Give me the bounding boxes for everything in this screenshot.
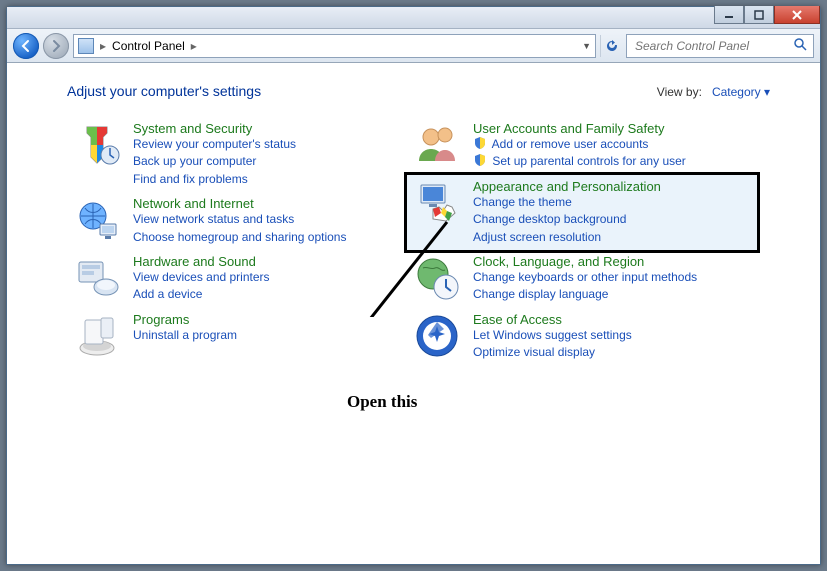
window: ▸ Control Panel ▸ ▼ Adjust your computer… (6, 6, 821, 565)
category-user-accounts[interactable]: User Accounts and Family Safety Add or r… (407, 117, 757, 175)
category-appearance[interactable]: Appearance and Personalization Change th… (407, 175, 757, 250)
column-left: System and Security Review your computer… (67, 117, 397, 366)
category-link[interactable]: Choose homegroup and sharing options (133, 229, 346, 246)
view-by: View by: Category ▾ (657, 85, 770, 99)
navbar: ▸ Control Panel ▸ ▼ (7, 29, 820, 63)
category-link[interactable]: Set up parental controls for any user (473, 153, 686, 170)
user-accounts-icon (413, 121, 461, 169)
page-title: Adjust your computer's settings (67, 83, 261, 99)
category-link[interactable]: Find and fix problems (133, 171, 296, 188)
categories-grid: System and Security Review your computer… (67, 117, 790, 366)
category-title[interactable]: Ease of Access (473, 312, 632, 327)
category-link[interactable]: Change display language (473, 286, 697, 303)
category-link[interactable]: Adjust screen resolution (473, 229, 661, 246)
search-icon[interactable] (794, 38, 807, 54)
breadcrumb-sep: ▸ (191, 39, 197, 53)
view-by-dropdown[interactable]: Category ▾ (712, 85, 770, 99)
control-panel-icon (78, 38, 94, 54)
category-clock-region[interactable]: Clock, Language, and Region Change keybo… (407, 250, 757, 308)
shield-icon (473, 153, 487, 167)
category-link[interactable]: Review your computer's status (133, 136, 296, 153)
category-link[interactable]: Add a device (133, 286, 270, 303)
minimize-button[interactable] (714, 6, 744, 24)
category-title[interactable]: Appearance and Personalization (473, 179, 661, 194)
clock-region-icon (413, 254, 461, 302)
category-system-security[interactable]: System and Security Review your computer… (67, 117, 397, 192)
search-input[interactable] (633, 38, 794, 54)
network-icon (73, 196, 121, 244)
maximize-button[interactable] (744, 6, 774, 24)
category-title[interactable]: Clock, Language, and Region (473, 254, 697, 269)
category-link[interactable]: Add or remove user accounts (473, 136, 686, 153)
shield-icon (473, 136, 487, 150)
category-link[interactable]: Optimize visual display (473, 344, 632, 361)
category-link[interactable]: Change desktop background (473, 211, 661, 228)
category-hardware-sound[interactable]: Hardware and Sound View devices and prin… (67, 250, 397, 308)
forward-button[interactable] (43, 33, 69, 59)
breadcrumb-sep: ▸ (100, 39, 106, 53)
appearance-icon (413, 179, 461, 227)
category-link[interactable]: View network status and tasks (133, 211, 346, 228)
category-link[interactable]: Let Windows suggest settings (473, 327, 632, 344)
window-controls (714, 6, 820, 24)
category-title[interactable]: Network and Internet (133, 196, 346, 211)
column-right: User Accounts and Family Safety Add or r… (407, 117, 757, 366)
view-by-label: View by: (657, 85, 702, 99)
annotation-text: Open this (347, 392, 417, 412)
search-box[interactable] (626, 34, 814, 58)
category-title[interactable]: User Accounts and Family Safety (473, 121, 686, 136)
address-bar[interactable]: ▸ Control Panel ▸ ▼ (73, 34, 596, 58)
category-ease-access[interactable]: Ease of Access Let Windows suggest setti… (407, 308, 757, 366)
titlebar[interactable] (7, 7, 820, 29)
back-button[interactable] (13, 33, 39, 59)
category-link[interactable]: Back up your computer (133, 153, 296, 170)
category-link[interactable]: View devices and printers (133, 269, 270, 286)
address-dropdown-icon[interactable]: ▼ (582, 41, 591, 51)
category-title[interactable]: Hardware and Sound (133, 254, 270, 269)
refresh-button[interactable] (600, 35, 622, 57)
programs-icon (73, 312, 121, 360)
category-link[interactable]: Uninstall a program (133, 327, 237, 344)
category-title[interactable]: System and Security (133, 121, 296, 136)
ease-access-icon (413, 312, 461, 360)
category-link[interactable]: Change keyboards or other input methods (473, 269, 697, 286)
hardware-icon (73, 254, 121, 302)
category-programs[interactable]: Programs Uninstall a program (67, 308, 397, 364)
close-button[interactable] (774, 6, 820, 24)
system-security-icon (73, 121, 121, 169)
content-area: Adjust your computer's settings View by:… (7, 63, 820, 564)
category-title[interactable]: Programs (133, 312, 237, 327)
breadcrumb-root[interactable]: Control Panel (112, 39, 185, 53)
category-network-internet[interactable]: Network and Internet View network status… (67, 192, 397, 250)
category-link[interactable]: Change the theme (473, 194, 661, 211)
